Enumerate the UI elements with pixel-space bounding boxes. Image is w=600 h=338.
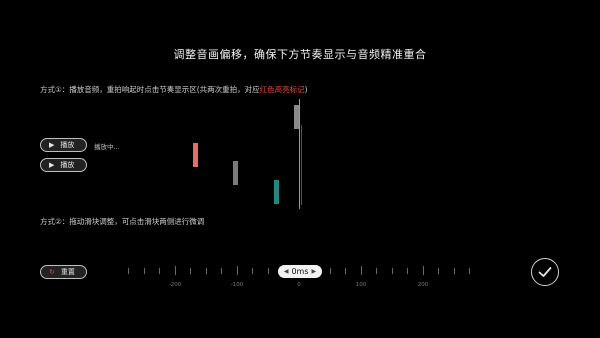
ruler-tick [407,268,408,274]
ruler-label: 200 [417,282,429,288]
ruler-tick [237,266,238,275]
ruler-tick [361,266,362,275]
ruler-tick [128,268,129,274]
ruler-label: -200 [168,282,182,288]
ruler-tick [159,268,160,274]
chevron-left-icon[interactable]: ◀ [284,268,289,275]
ruler-tick [206,268,207,274]
ruler-tick [190,268,191,274]
ruler-tick [454,268,455,274]
ruler-label: -100 [230,282,244,288]
ruler-tick [330,268,331,274]
ruler-tick [438,268,439,274]
ruler-tick [221,268,222,274]
ruler-tick [144,268,145,274]
confirm-button[interactable] [531,258,559,286]
ruler-tick [392,268,393,274]
ruler-label: 100 [355,282,367,288]
ruler-tick [423,266,424,275]
offset-value: 0ms [291,267,309,276]
ruler-label: 0 [297,282,301,288]
ruler-tick [252,268,253,274]
chevron-right-icon[interactable]: ▶ [312,268,317,275]
ruler-tick [376,268,377,274]
ruler-tick [268,268,269,274]
ruler-tick [345,268,346,274]
offset-slider-handle[interactable]: ◀ 0ms ▶ [278,265,322,278]
ruler-tick [175,266,176,275]
ruler-tick [469,268,470,274]
check-icon [538,267,552,277]
